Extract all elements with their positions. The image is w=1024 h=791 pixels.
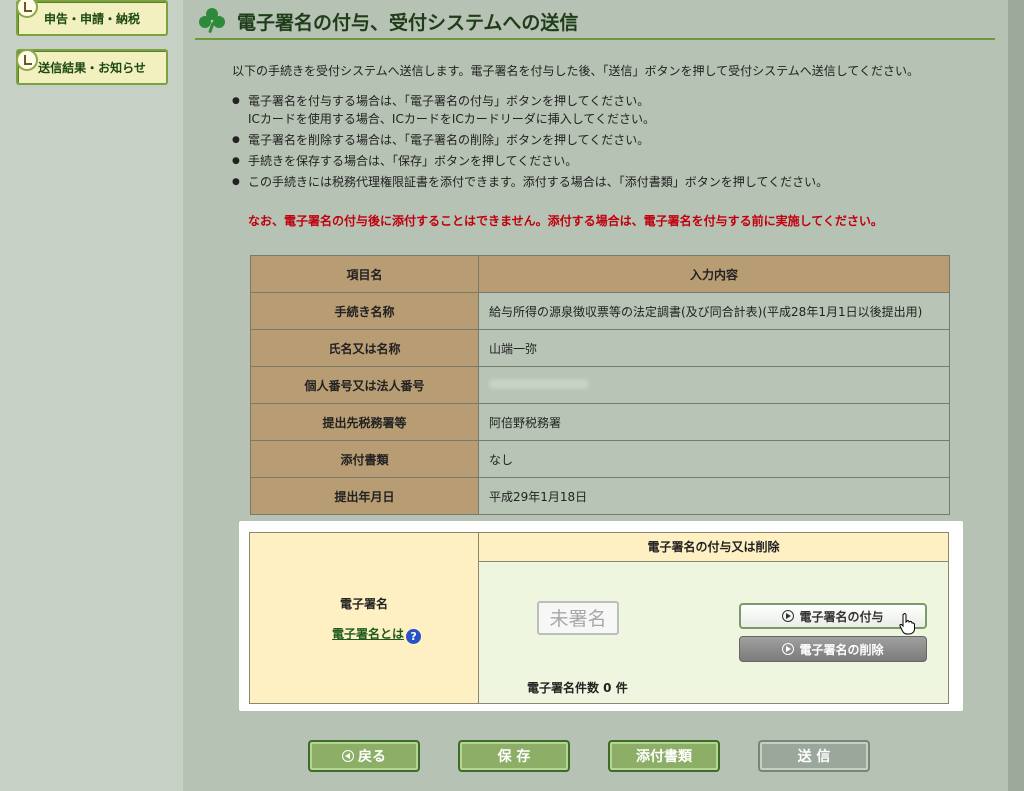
document-icon [16, 0, 38, 18]
row-value: なし [478, 440, 950, 478]
signature-grid: 電子署名 電子署名とは? 電子署名の付与又は削除 未署名 電子署名の付与 電子署… [249, 532, 949, 704]
signature-count: 電子署名件数 0 件 [527, 681, 628, 695]
column-header: 入力内容 [478, 255, 950, 293]
signature-section-title: 電子署名の付与又は削除 [479, 533, 948, 562]
nav-declaration-label: 申告・申請・納税 [43, 11, 140, 26]
nav-declaration-button[interactable]: 申告・申請・納税 [16, 0, 168, 36]
table-header-row: 項目名 入力内容 [250, 255, 950, 293]
list-item: 電子署名を付与する場合は、「電子署名の付与」ボタンを押してください。 ICカード… [232, 92, 828, 128]
window-edge [1008, 0, 1024, 791]
back-button[interactable]: 戻る [308, 740, 420, 772]
intro-text: 以下の手続きを受付システムへ送信します。電子署名を付与した後、「送信」ボタンを押… [232, 64, 920, 78]
save-button[interactable]: 保 存 [458, 740, 570, 772]
table-row: 氏名又は名称 山端一弥 [250, 329, 950, 367]
row-label: 氏名又は名称 [250, 329, 479, 367]
page-header: 電子署名の付与、受付システムへの送信 [195, 4, 995, 40]
sidebar: 申告・申請・納税 送信結果・お知らせ [0, 0, 183, 791]
table-row: 添付書類 なし [250, 440, 950, 478]
column-header: 項目名 [250, 255, 479, 293]
nav-results-label: 送信結果・お知らせ [38, 60, 146, 75]
delete-signature-button[interactable]: 電子署名の削除 [739, 636, 927, 662]
redacted-number [489, 379, 589, 389]
row-label: 提出年月日 [250, 477, 479, 515]
warning-text: なお、電子署名の付与後に添付することはできません。添付する場合は、電子署名を付与… [248, 214, 883, 228]
signature-label-cell: 電子署名 電子署名とは? [250, 533, 479, 703]
list-item: 手続きを保存する場合は、「保存」ボタンを押してください。 [232, 152, 828, 170]
row-label: 個人番号又は法人番号 [250, 366, 479, 404]
signature-panel: 電子署名 電子署名とは? 電子署名の付与又は削除 未署名 電子署名の付与 電子署… [239, 521, 963, 711]
table-row: 手続き名称 給与所得の源泉徴収票等の法定調書(及び同合計表)(平成28年1月1日… [250, 292, 950, 330]
help-icon[interactable]: ? [406, 629, 422, 644]
play-icon [782, 610, 795, 622]
row-value: 山端一弥 [478, 329, 950, 367]
hand-cursor-icon [899, 613, 915, 635]
row-value: 阿倍野税務署 [478, 403, 950, 441]
unsigned-status-badge: 未署名 [537, 601, 619, 635]
page-title: 電子署名の付与、受付システムへの送信 [237, 11, 579, 34]
instruction-list: 電子署名を付与する場合は、「電子署名の付与」ボタンを押してください。 ICカード… [232, 92, 828, 194]
back-arrow-icon [342, 750, 354, 762]
what-is-signature-link[interactable]: 電子署名とは? [332, 625, 422, 644]
row-value: 平成29年1月18日 [478, 477, 950, 515]
list-item: 電子署名を削除する場合は、「電子署名の削除」ボタンを押してください。 [232, 131, 828, 149]
send-button[interactable]: 送 信 [758, 740, 870, 772]
signature-action-cell: 電子署名の付与又は削除 未署名 電子署名の付与 電子署名の削除 電子署名件数 0… [479, 533, 948, 703]
list-item: この手続きには税務代理権限証書を添付できます。添付する場合は、「添付書類」ボタン… [232, 173, 828, 191]
notice-icon [16, 49, 38, 71]
row-value [478, 366, 950, 404]
play-icon [782, 643, 795, 655]
table-row: 提出先税務署等 阿倍野税務署 [250, 403, 950, 441]
nav-results-button[interactable]: 送信結果・お知らせ [16, 49, 168, 85]
row-value: 給与所得の源泉徴収票等の法定調書(及び同合計表)(平成28年1月1日以後提出用) [478, 292, 950, 330]
table-row: 個人番号又は法人番号 [250, 366, 950, 404]
row-label: 手続き名称 [250, 292, 479, 330]
main-panel: 電子署名の付与、受付システムへの送信 以下の手続きを受付システムへ送信します。電… [183, 0, 1008, 791]
clover-icon [199, 8, 225, 34]
table-row: 提出年月日 平成29年1月18日 [250, 477, 950, 515]
row-label: 提出先税務署等 [250, 403, 479, 441]
signature-label: 電子署名 [339, 597, 388, 611]
attach-documents-button[interactable]: 添付書類 [608, 740, 720, 772]
procedure-table: 項目名 入力内容 手続き名称 給与所得の源泉徴収票等の法定調書(及び同合計表)(… [250, 255, 950, 515]
row-label: 添付書類 [250, 440, 479, 478]
